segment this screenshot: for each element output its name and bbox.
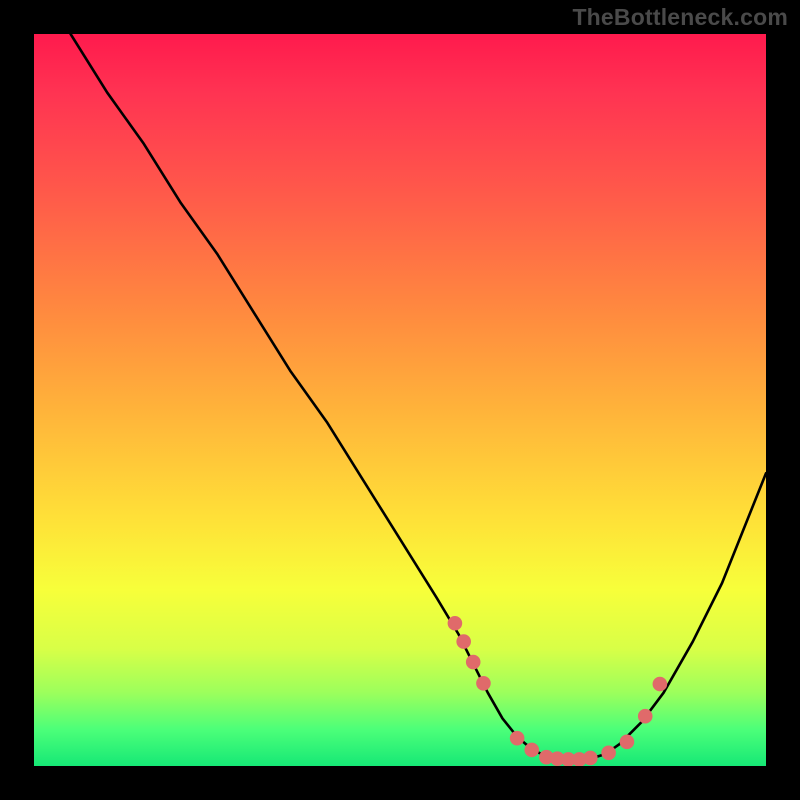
- curve-marker: [620, 735, 635, 750]
- curve-marker: [448, 616, 463, 631]
- curve-marker: [524, 743, 539, 758]
- curve-marker: [476, 676, 491, 691]
- curve-marker: [653, 677, 668, 692]
- curve-marker: [456, 634, 471, 649]
- curve-line: [71, 34, 766, 760]
- curve-markers: [448, 616, 668, 766]
- chart-svg: [34, 34, 766, 766]
- watermark-text: TheBottleneck.com: [572, 4, 788, 31]
- plot-area: [34, 34, 766, 766]
- chart-frame: TheBottleneck.com: [0, 0, 800, 800]
- curve-marker: [601, 746, 616, 761]
- curve-marker: [466, 655, 481, 670]
- curve-marker: [510, 731, 525, 746]
- curve-marker: [638, 709, 653, 724]
- curve-marker: [583, 751, 598, 766]
